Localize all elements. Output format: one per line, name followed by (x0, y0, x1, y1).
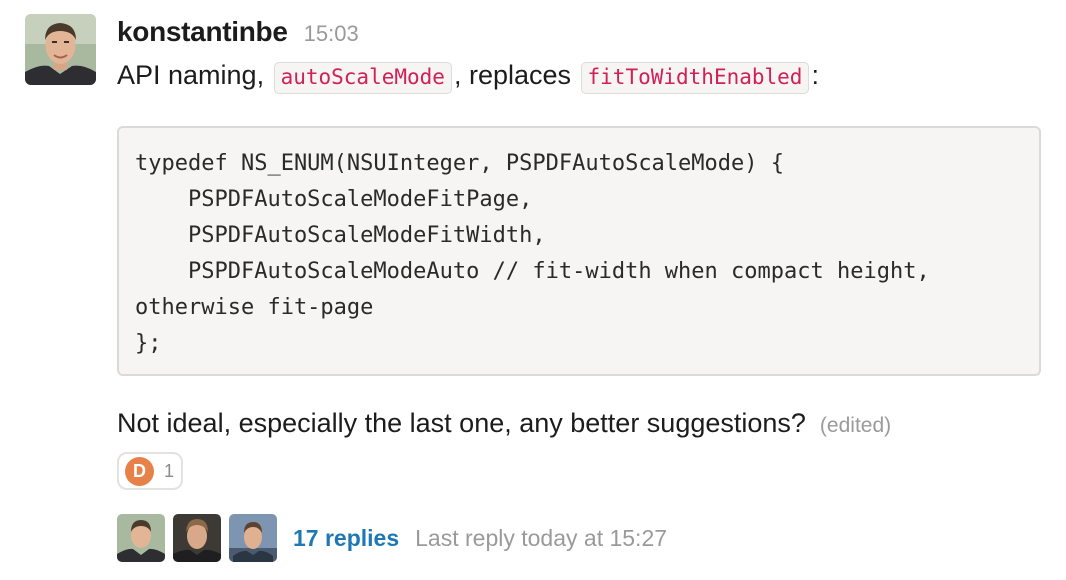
last-reply-time: Last reply today at 15:27 (415, 524, 668, 551)
text-suffix: : (811, 60, 819, 90)
edited-label: (edited) (819, 414, 892, 437)
reaction-button[interactable]: D 1 (117, 452, 183, 490)
inline-code-fittowidthenabled: fitToWidthEnabled (580, 62, 810, 94)
timestamp[interactable]: 15:03 (304, 21, 359, 47)
author-avatar[interactable] (25, 14, 96, 85)
thread-participant-avatar (229, 514, 277, 562)
code-line: PSPDFAutoScaleModeFitPage, (135, 187, 533, 212)
thread-summary[interactable]: 17 replies Last reply today at 15:27 (117, 513, 667, 563)
code-line: PSPDFAutoScaleModeAuto // fit-width when… (135, 259, 930, 284)
code-line: }; (135, 331, 162, 356)
thread-participant-avatar (117, 514, 165, 562)
thread-participant-avatar (173, 514, 221, 562)
author-name[interactable]: konstantinbe (117, 16, 288, 48)
text-prefix: API naming, (117, 60, 272, 90)
message-header: konstantinbe 15:03 (117, 16, 359, 52)
code-block: typedef NS_ENUM(NSUInteger, PSPDFAutoSca… (117, 126, 1041, 376)
reaction-count: 1 (164, 460, 175, 481)
code-line: otherwise fit-page (135, 295, 374, 320)
message: konstantinbe 15:03 API naming, autoScale… (0, 0, 1066, 580)
text-middle: , replaces (453, 60, 579, 90)
replies-link[interactable]: 17 replies (293, 525, 399, 552)
code-line: typedef NS_ENUM(NSUInteger, PSPDFAutoSca… (135, 151, 785, 176)
reaction-d-icon: D (125, 456, 154, 486)
inline-code-autoscalemode: autoScaleMode (273, 62, 452, 94)
message-text-line2: Not ideal, especially the last one, any … (117, 403, 891, 446)
message-text-line1: API naming, autoScaleMode, replaces fitT… (117, 55, 819, 97)
code-line: PSPDFAutoScaleModeFitWidth, (135, 223, 546, 248)
message-body: Not ideal, especially the last one, any … (117, 408, 806, 438)
